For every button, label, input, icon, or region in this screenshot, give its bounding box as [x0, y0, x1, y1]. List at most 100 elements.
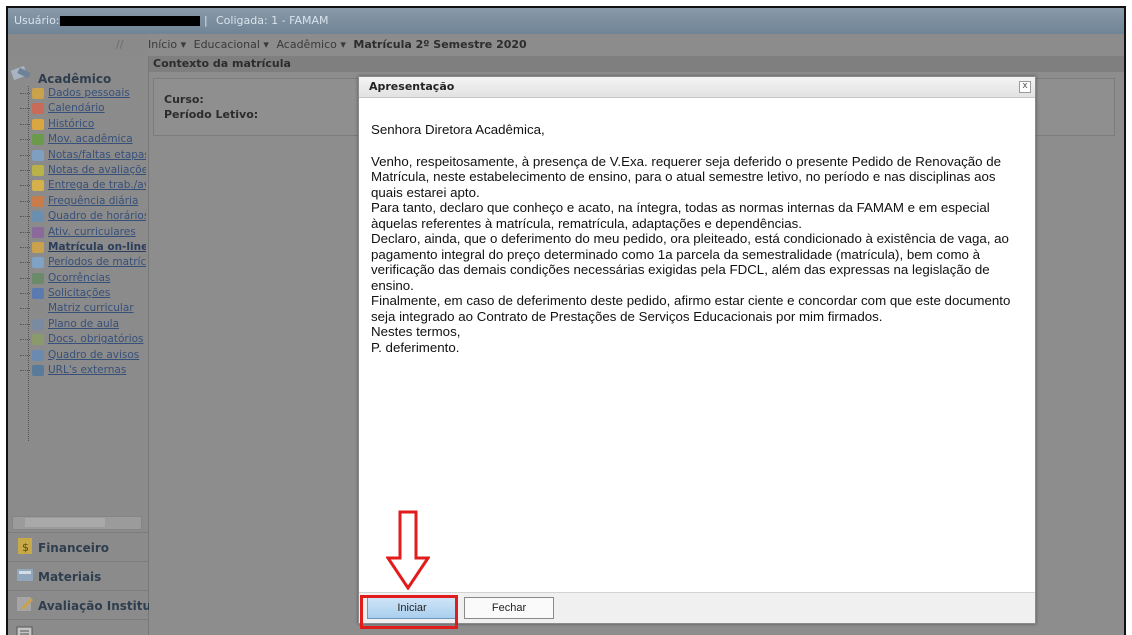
salutation: Senhora Diretora Acadêmica, — [371, 122, 545, 137]
sidebar-item-label: Plano de aula — [48, 317, 120, 330]
sidebar-item[interactable]: Dados pessoais — [16, 86, 146, 101]
breadcrumb: // Início ▾ Educacional ▾ Acadêmico ▾ Ma… — [8, 34, 1124, 57]
sidebar-item[interactable]: Quadro de horários — [16, 209, 146, 224]
sidebar-item[interactable]: Ocorrências — [16, 271, 146, 286]
close-button[interactable]: Fechar — [464, 597, 554, 619]
sidebar-item-label: Histórico — [48, 117, 95, 130]
section-materiais[interactable]: Materiais — [8, 561, 148, 590]
breadcrumb-educacional[interactable]: Educacional ▾ — [194, 38, 269, 51]
sidebar-item[interactable]: Plano de aula — [16, 317, 146, 332]
calendar-icon — [32, 103, 44, 115]
sidebar-item[interactable]: Entrega de trab./av — [16, 178, 146, 193]
sidebar-item-label: Quadro de avisos — [48, 348, 140, 361]
sidebar-item[interactable]: Histórico — [16, 117, 146, 132]
sidebar-item[interactable]: Notas de avaliações — [16, 163, 146, 178]
leaf-icon — [32, 134, 44, 146]
down-arrow-annotation — [386, 510, 430, 590]
people-icon — [32, 88, 44, 99]
money-icon: $ — [18, 538, 32, 554]
sidebar-item[interactable]: Frequência diária — [16, 194, 146, 209]
sidebar: Acadêmico Dados pessoais Calendário Histór… — [8, 56, 162, 635]
sidebar-item[interactable]: Calendário — [16, 101, 146, 116]
dialog-footer: Iniciar Fechar — [359, 592, 1035, 623]
book-icon — [32, 318, 44, 330]
megaphone-icon — [32, 272, 44, 284]
sidebar-header-label: Acadêmico — [38, 72, 112, 86]
dialog-header: Apresentação x — [359, 77, 1035, 98]
redacted-username — [60, 16, 200, 26]
dialog-title: Apresentação — [369, 80, 455, 93]
sidebar-item-label: Notas/faltas etapas — [48, 148, 146, 161]
coligada-label: Coligada: 1 - FAMAM — [216, 14, 329, 27]
sidebar-item[interactable]: Matriz curricular — [16, 301, 146, 316]
sidebar-item[interactable]: URL's externas — [16, 363, 146, 378]
paragraph-4: Finalmente, em caso de deferimento deste… — [371, 293, 1011, 324]
materials-icon — [17, 569, 33, 581]
sidebar-item-label: Matrícula on-line — [48, 240, 146, 253]
sidebar-item[interactable]: Docs. obrigatórios — [16, 332, 146, 347]
section-materiais-label: Materiais — [38, 570, 102, 584]
dialog-body: Senhora Diretora Acadêmica, Venho, respe… — [371, 122, 1023, 355]
evaluation-icon — [17, 597, 34, 611]
breadcrumb-slash: // — [116, 38, 124, 51]
sidebar-item-label: Dados pessoais — [48, 87, 130, 99]
sidebar-item-label: Ativ. curriculares — [48, 225, 136, 238]
top-bar: Usuário: | Coligada: 1 - FAMAM — [8, 8, 1124, 34]
paragraph-3: Declaro, ainda, que o deferimento do meu… — [371, 231, 1009, 293]
section-avaliacao[interactable]: Avaliação Instituci — [8, 590, 162, 619]
globe-icon — [32, 365, 44, 377]
sidebar-header[interactable]: Acadêmico — [10, 64, 146, 86]
people-icon — [32, 241, 44, 253]
sidebar-item[interactable]: Notas/faltas etapas — [16, 148, 146, 163]
calendar-icon — [32, 257, 44, 269]
sidebar-item-label: Notas de avaliações — [48, 163, 146, 176]
sidebar-item[interactable]: Solicitações — [16, 286, 146, 301]
sidebar-item-label: Docs. obrigatórios — [48, 333, 144, 346]
table-icon — [32, 149, 44, 161]
sidebar-item[interactable]: Matrícula on-line — [16, 240, 146, 255]
breadcrumb-academico[interactable]: Acadêmico ▾ — [276, 38, 345, 51]
scrollbar-thumb[interactable] — [25, 518, 105, 527]
breadcrumb-items: Início ▾ Educacional ▾ Acadêmico ▾ Matrí… — [148, 34, 527, 56]
sidebar-item[interactable]: Quadro de avisos — [16, 348, 146, 363]
section-more[interactable] — [8, 619, 148, 635]
section-financeiro[interactable]: $ Financeiro — [8, 532, 148, 561]
paragraph-5: Nestes termos, — [371, 324, 461, 339]
pencil-icon — [32, 303, 44, 315]
sidebar-item-label: URL's externas — [48, 364, 127, 377]
paragraph-1: Venho, respeitosamente, à presença de V.… — [371, 153, 1002, 200]
people-icon — [32, 195, 44, 207]
document-icon — [32, 118, 44, 130]
sidebar-item-label: Mov. acadêmica — [48, 133, 133, 146]
board-icon — [32, 349, 44, 361]
context-bar-title: Contexto da matrícula — [149, 56, 1124, 72]
sidebar-item-label: Ocorrências — [48, 271, 111, 284]
sidebar-item-label: Matriz curricular — [48, 302, 134, 315]
topbar-separator: | — [204, 14, 208, 27]
section-financeiro-label: Financeiro — [38, 541, 110, 555]
paragraph-2: Para tanto, declaro que conheço e acato,… — [371, 200, 990, 231]
curso-label: Curso: — [164, 93, 204, 106]
sidebar-tree: Dados pessoais Calendário Histórico Mov. ac… — [16, 86, 146, 441]
sidebar-item[interactable]: Mov. acadêmica — [16, 132, 146, 147]
presentation-dialog: Apresentação x Senhora Diretora Acadêmic… — [358, 76, 1036, 624]
periodo-label: Período Letivo: — [164, 108, 259, 121]
figure-icon — [32, 226, 44, 238]
sidebar-scrollbar[interactable] — [12, 516, 142, 530]
breadcrumb-inicio[interactable]: Início ▾ — [148, 38, 186, 51]
breadcrumb-current: Matrícula 2º Semestre 2020 — [353, 38, 527, 51]
sidebar-item-label: Entrega de trab./av — [48, 179, 146, 192]
svg-text:$: $ — [22, 541, 29, 554]
close-icon[interactable]: x — [1019, 81, 1031, 93]
list-icon — [16, 626, 33, 635]
docs-icon — [32, 334, 44, 346]
user-label: Usuário: — [14, 14, 60, 27]
sidebar-item-label: Solicitações — [48, 287, 111, 300]
sidebar-item-label: Quadro de horários — [48, 210, 146, 223]
sidebar-item[interactable]: Períodos de matrícu — [16, 255, 146, 270]
sidebar-item-label: Calendário — [48, 102, 105, 115]
sidebar-item-label: Frequência diária — [48, 194, 139, 207]
folder-icon — [32, 180, 44, 192]
sidebar-item[interactable]: Ativ. curriculares — [16, 225, 146, 240]
clock-icon — [32, 211, 44, 223]
